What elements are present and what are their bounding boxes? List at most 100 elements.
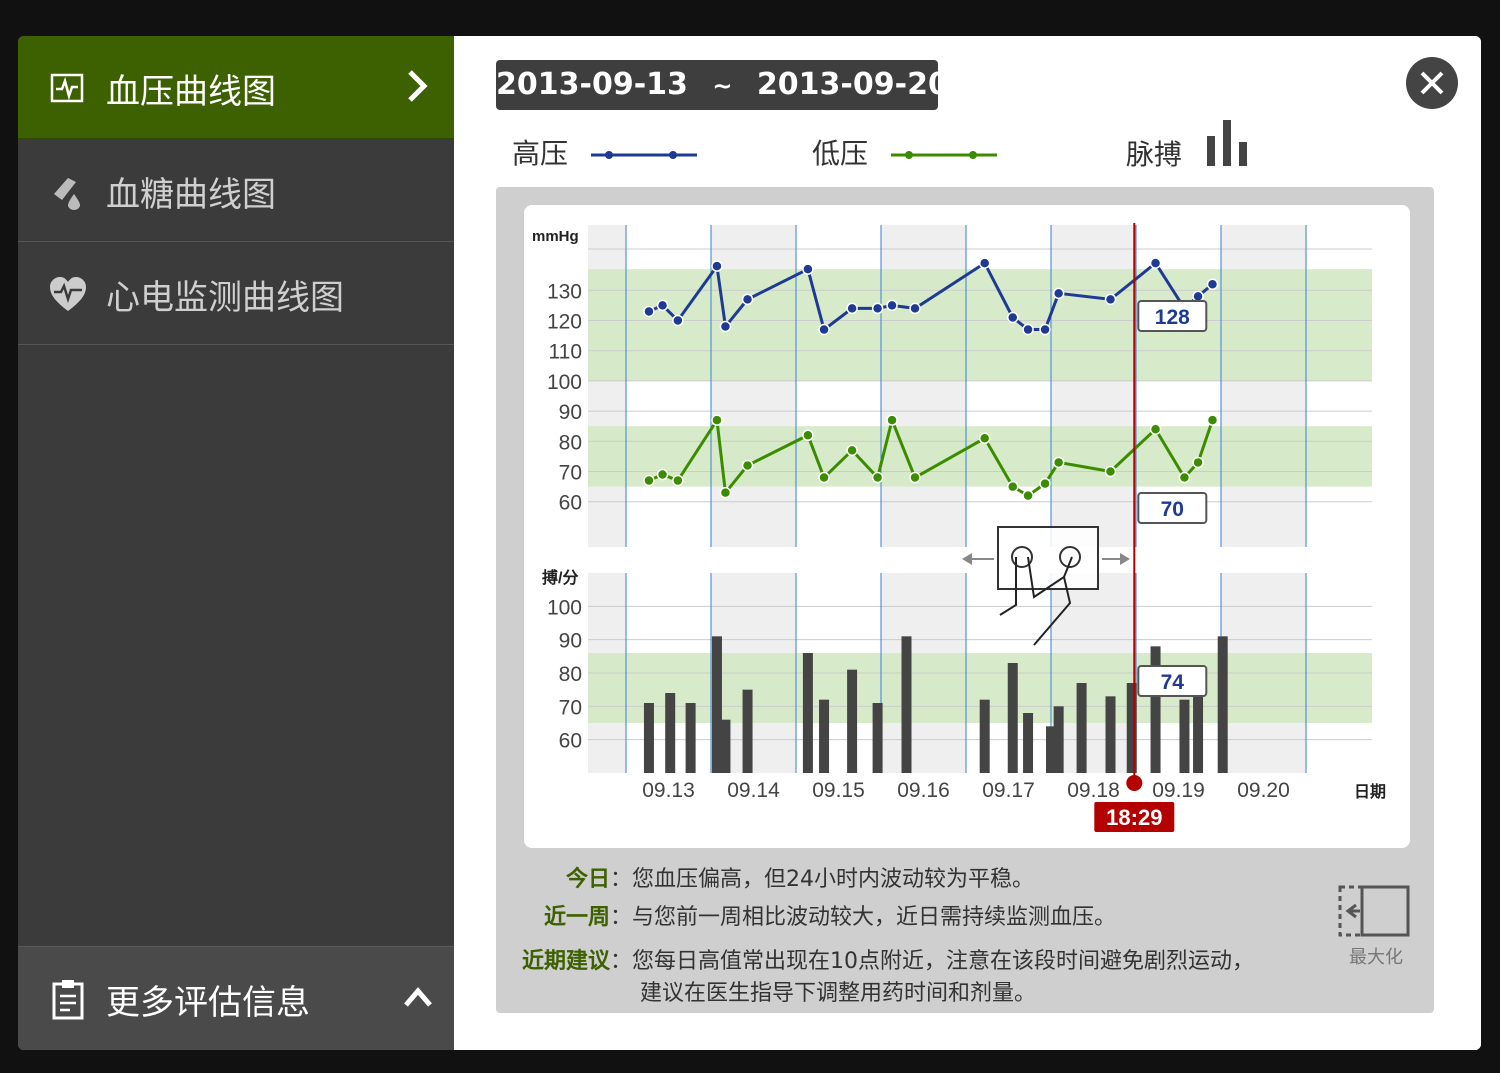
- bar-chart-icon: [1206, 120, 1247, 166]
- data-point: [656, 468, 669, 481]
- close-icon: [1420, 71, 1444, 95]
- x-tick-label: 09.18: [1067, 779, 1120, 802]
- data-point: [871, 302, 884, 315]
- pulse-bar: [802, 653, 813, 773]
- legend-pulse[interactable]: 脉搏: [1126, 120, 1261, 171]
- sidebar-item-ecg-chart[interactable]: 心电监测曲线图: [18, 242, 454, 345]
- note-week-text: ：与您前一周相比波动较大，近日需持续监测血压。: [610, 905, 1117, 930]
- legend-low-line-icon: [890, 151, 997, 159]
- heart-pulse-icon: [50, 277, 86, 311]
- legend-high[interactable]: 高压: [512, 132, 699, 172]
- note-today: 今日：您血压偏高，但24小时内波动较为平稳。: [566, 861, 1034, 893]
- pulse-bar: [742, 689, 753, 773]
- sidebar-item-glucose-chart[interactable]: 血糖曲线图: [18, 139, 454, 242]
- y-tick-label: 100: [547, 371, 582, 394]
- data-point: [1104, 465, 1117, 478]
- chart-panel: mmHg 搏/分 130 120 110 100 90 80 70 60 100 90 80 70 60 09…: [496, 187, 1434, 1013]
- data-point: [1022, 489, 1034, 502]
- note-advice-text: ：您每日高值常出现在10点附近，注意在该段时间避免剧烈运动，: [610, 949, 1255, 974]
- sidebar: 血压曲线图 血糖曲线图 心电监测曲线图 更多评估信息: [18, 36, 454, 1050]
- y-axis-title-pulse: 搏/分: [542, 568, 578, 587]
- clipboard-icon: [52, 980, 84, 1020]
- y-tick-label: 80: [559, 663, 582, 686]
- x-tick-label: 09.14: [727, 779, 780, 802]
- note-advice-key: 近期建议: [522, 949, 611, 974]
- bp-chart[interactable]: mmHg 搏/分 130 120 110 100 90 80 70 60 100 90 80 70 60 09…: [524, 205, 1410, 848]
- gesture-part: [962, 553, 972, 565]
- data-point: [719, 320, 732, 333]
- data-point: [1052, 287, 1065, 300]
- cursor-low-value-label: 70: [1161, 498, 1184, 521]
- more-info-label: 更多评估信息: [106, 983, 310, 1023]
- close-button[interactable]: [1406, 57, 1458, 109]
- sidebar-item-label: 血糖曲线图: [106, 175, 276, 215]
- legend-low-label: 低压: [812, 137, 869, 170]
- cursor-pulse-value-label: 74: [1161, 671, 1185, 694]
- sidebar-item-bp-chart[interactable]: 血压曲线图: [18, 36, 454, 139]
- data-point: [741, 293, 754, 306]
- x-tick-label: 09.13: [642, 779, 695, 802]
- y-tick-label: 80: [559, 431, 582, 454]
- legend-high-line-icon: [590, 151, 697, 159]
- legend-low[interactable]: 低压: [812, 132, 999, 172]
- pulse-bar: [847, 669, 858, 773]
- note-week-key: 近一周: [544, 905, 611, 930]
- data-point: [1007, 480, 1019, 493]
- note-today-text: ：您血压偏高，但24小时内波动较为平稳。: [610, 867, 1035, 892]
- date-separator: ~: [712, 72, 733, 100]
- data-point: [711, 414, 723, 426]
- data-point: [818, 471, 830, 484]
- data-point: [1178, 471, 1191, 484]
- y-axis-title-bp: mmHg: [532, 228, 579, 245]
- cursor-high-value-label: 128: [1155, 306, 1190, 329]
- normal-range-band: [588, 269, 1372, 381]
- data-point: [1206, 278, 1219, 291]
- sidebar-item-label: 心电监测曲线图: [106, 278, 344, 318]
- y-tick-label: 90: [559, 401, 582, 424]
- pulse-bar: [1023, 713, 1034, 773]
- note-advice-text2: 建议在医生指导下调整用药时间和剂量。: [640, 981, 1037, 1006]
- pulse-bar: [1053, 706, 1064, 773]
- cursor-time-label: 18:29: [1106, 805, 1162, 830]
- data-point: [1206, 414, 1219, 426]
- pulse-bar: [1179, 699, 1190, 773]
- data-point: [978, 257, 991, 269]
- chevron-right-icon: [408, 70, 428, 102]
- data-point: [719, 486, 732, 499]
- data-point: [909, 302, 921, 315]
- y-tick-label: 70: [559, 462, 582, 485]
- data-point: [846, 444, 858, 457]
- data-point: [656, 299, 669, 312]
- pulse-bar: [643, 703, 654, 773]
- data-point: [741, 459, 754, 472]
- app-window: 血压曲线图 血糖曲线图 心电监测曲线图 更多评估信息 2013-09-13 ~ …: [18, 36, 1481, 1050]
- maximize-label: 最大化: [1349, 947, 1403, 968]
- data-point: [643, 305, 655, 318]
- data-point: [802, 263, 814, 275]
- note-advice-line2: 建议在医生指导下调整用药时间和剂量。: [640, 975, 1036, 1007]
- data-point: [643, 474, 655, 487]
- y-tick-label: 130: [547, 280, 582, 303]
- pulse-bar: [872, 703, 883, 773]
- more-info-toggle[interactable]: 更多评估信息: [18, 946, 454, 1050]
- data-point: [711, 260, 723, 272]
- maximize-button[interactable]: 最大化: [1336, 883, 1416, 973]
- data-point: [886, 414, 898, 426]
- pulse-bar: [1217, 636, 1228, 773]
- y-tick-label: 100: [547, 596, 582, 619]
- chart-box[interactable]: mmHg 搏/分 130 120 110 100 90 80 70 60 100 90 80 70 60 09…: [524, 205, 1410, 848]
- data-point: [672, 314, 684, 327]
- pulse-bar: [685, 703, 696, 773]
- y-tick-label: 120: [547, 311, 582, 334]
- chart-pulse-icon: [50, 73, 84, 103]
- note-today-key: 今日: [566, 867, 611, 892]
- data-point: [909, 471, 921, 484]
- data-point: [871, 471, 884, 484]
- y-tick-label: 70: [559, 696, 582, 719]
- data-point: [1022, 323, 1034, 336]
- pulse-bar: [720, 719, 731, 773]
- date-range[interactable]: 2013-09-13 ~ 2013-09-20: [496, 60, 949, 110]
- x-tick-label: 09.15: [812, 779, 865, 802]
- data-point: [1149, 423, 1162, 435]
- data-point: [978, 432, 991, 445]
